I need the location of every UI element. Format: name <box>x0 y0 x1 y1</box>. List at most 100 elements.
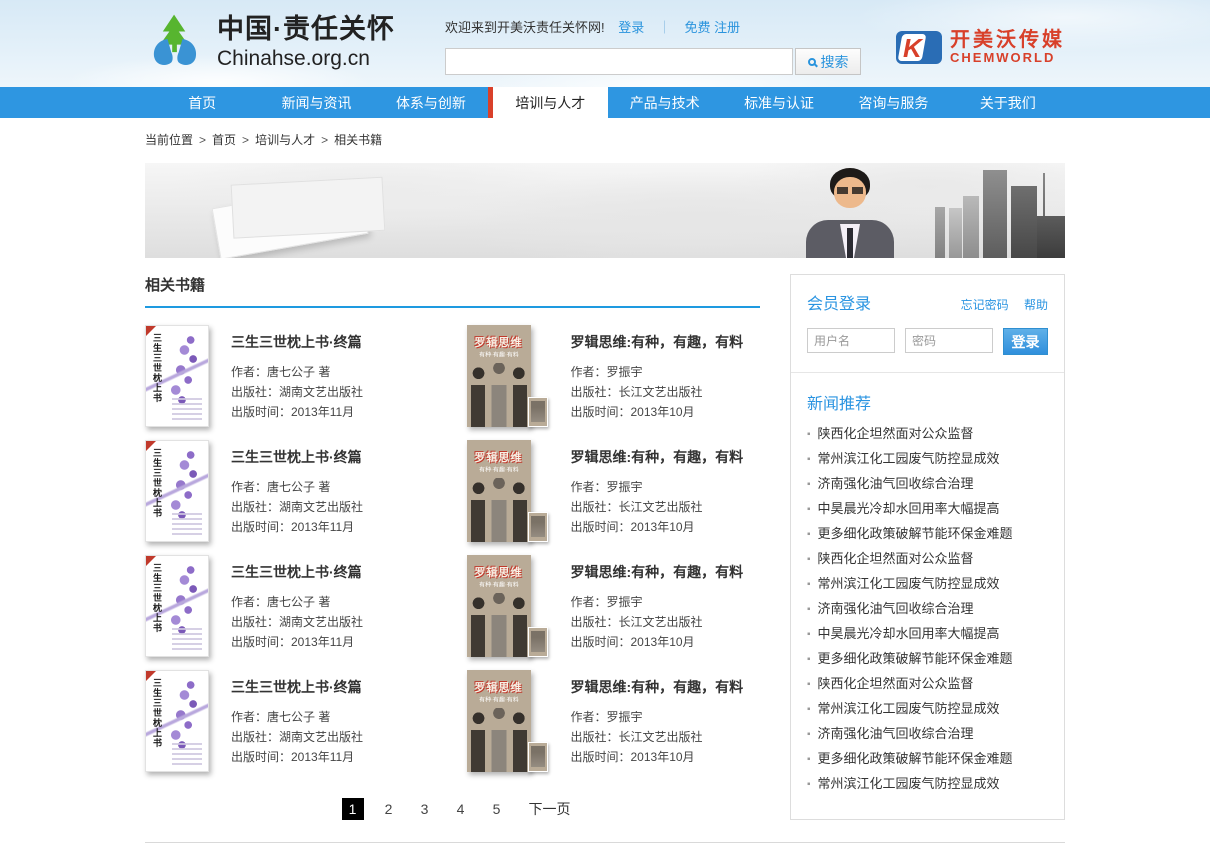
news-list-item[interactable]: 更多细化政策破解节能环保金难题 <box>807 647 1048 672</box>
news-list-item[interactable]: 中昊晨光冷却水回用率大幅提高 <box>807 622 1048 647</box>
news-list-item[interactable]: 陕西化企坦然面对公众监督 <box>807 672 1048 697</box>
book-cover-subtitle-text: 有种·有趣·有料 <box>471 466 525 475</box>
news-item-label: 更多细化政策破解节能环保金难题 <box>818 526 1013 541</box>
news-list-item[interactable]: 常州滨江化工园废气防控显成效 <box>807 772 1048 797</box>
news-item-label: 济南强化油气回收综合治理 <box>818 601 974 616</box>
news-list-item[interactable]: 济南强化油气回收综合治理 <box>807 722 1048 747</box>
book-cover[interactable]: 三生三世枕上书 <box>145 670 209 772</box>
nav-item[interactable]: 关于我们 <box>951 87 1065 118</box>
book-title[interactable]: 罗辑思维:有种，有趣，有料 <box>571 677 744 697</box>
news-item-label: 常州滨江化工园废气防控显成效 <box>818 776 1000 791</box>
book-cover-title-text: 三生三世枕上书 <box>151 333 164 403</box>
news-list-item[interactable]: 更多细化政策破解节能环保金难题 <box>807 747 1048 772</box>
username-field[interactable] <box>807 328 895 353</box>
book-list-item[interactable]: 三生三世枕上书 三生三世枕上书·终篇 作者：唐七公子 著 出版社：湖南文艺出版社… <box>145 325 439 427</box>
news-list-item[interactable]: 更多细化政策破解节能环保金难题 <box>807 522 1048 547</box>
chemworld-logo-icon <box>896 31 942 64</box>
book-list-item[interactable]: 罗辑思维 有种·有趣·有料 罗辑思维:有种，有趣，有料 作者：罗振宇 出版社：长… <box>467 670 761 772</box>
book-title[interactable]: 罗辑思维:有种，有趣，有料 <box>571 562 744 582</box>
book-author: 作者：罗振宇 <box>571 592 744 612</box>
site-logo-icon <box>145 9 205 74</box>
search-button-label: 搜索 <box>821 52 849 72</box>
nav-item[interactable]: 首页 <box>145 87 259 118</box>
pagination-page-button[interactable]: 2 <box>378 798 400 820</box>
book-list-item[interactable]: 罗辑思维 有种·有趣·有料 罗辑思维:有种，有趣，有料 作者：罗振宇 出版社：长… <box>467 325 761 427</box>
site-title: 中国·责任关怀 <box>217 12 395 46</box>
book-list-item[interactable]: 罗辑思维 有种·有趣·有料 罗辑思维:有种，有趣，有料 作者：罗振宇 出版社：长… <box>467 555 761 657</box>
book-cover-booklet <box>528 742 548 772</box>
pagination-page-button[interactable]: 3 <box>414 798 436 820</box>
book-cover-subtitle-text: 有种·有趣·有料 <box>471 351 525 360</box>
search-button[interactable]: 搜索 <box>795 48 861 75</box>
partner-logo[interactable]: 开美沃传媒 CHEMWORLD <box>896 9 1065 65</box>
pagination: 12345 下一页 <box>145 798 760 820</box>
nav-item[interactable]: 标准与认证 <box>722 87 836 118</box>
nav-item[interactable]: 新闻与资讯 <box>259 87 373 118</box>
book-publisher: 出版社：长江文艺出版社 <box>571 382 744 402</box>
book-list-item[interactable]: 罗辑思维 有种·有趣·有料 罗辑思维:有种，有趣，有料 作者：罗振宇 出版社：长… <box>467 440 761 542</box>
book-author: 作者：唐七公子 著 <box>231 477 363 497</box>
pagination-next-button[interactable]: 下一页 <box>529 799 571 819</box>
book-cover-subtitle-text: 有种·有趣·有料 <box>471 696 525 705</box>
news-list-item[interactable]: 陕西化企坦然面对公众监督 <box>807 422 1048 447</box>
nav-item[interactable]: 培训与人才 <box>488 87 607 118</box>
site-logo[interactable]: 中国·责任关怀 Chinahse.org.cn <box>145 9 445 74</box>
book-cover[interactable]: 罗辑思维 有种·有趣·有料 <box>467 555 531 657</box>
book-title[interactable]: 三生三世枕上书·终篇 <box>231 332 363 352</box>
password-field[interactable] <box>905 328 993 353</box>
breadcrumb-item-training[interactable]: 培训与人才 <box>255 133 315 147</box>
book-cover[interactable]: 罗辑思维 有种·有趣·有料 <box>467 440 531 542</box>
book-cover[interactable]: 三生三世枕上书 <box>145 325 209 427</box>
nav-item[interactable]: 产品与技术 <box>608 87 722 118</box>
book-cover[interactable]: 三生三世枕上书 <box>145 555 209 657</box>
news-list-item[interactable]: 常州滨江化工园废气防控显成效 <box>807 447 1048 472</box>
breadcrumb-label: 当前位置 <box>145 133 193 147</box>
nav-item[interactable]: 体系与创新 <box>374 87 488 118</box>
book-author: 作者：唐七公子 著 <box>231 592 363 612</box>
news-list-item[interactable]: 陕西化企坦然面对公众监督 <box>807 547 1048 572</box>
book-publish-date: 出版时间：2013年10月 <box>571 747 744 767</box>
login-link[interactable]: 登录 <box>618 20 644 35</box>
breadcrumb-item-books[interactable]: 相关书籍 <box>334 133 382 147</box>
news-list-item[interactable]: 中昊晨光冷却水回用率大幅提高 <box>807 497 1048 522</box>
book-list-item[interactable]: 三生三世枕上书 三生三世枕上书·终篇 作者：唐七公子 著 出版社：湖南文艺出版社… <box>145 440 439 542</box>
book-cover-art <box>467 363 531 427</box>
book-list-item[interactable]: 三生三世枕上书 三生三世枕上书·终篇 作者：唐七公子 著 出版社：湖南文艺出版社… <box>145 555 439 657</box>
news-item-label: 常州滨江化工园废气防控显成效 <box>818 701 1000 716</box>
help-link[interactable]: 帮助 <box>1024 298 1048 312</box>
book-section: 相关书籍 三生三世枕上书 三生三世枕上书·终篇 作者：唐七公子 著 出版社：湖南… <box>145 274 760 820</box>
news-list-item[interactable]: 常州滨江化工园废气防控显成效 <box>807 572 1048 597</box>
nav-item-label: 关于我们 <box>980 93 1036 113</box>
breadcrumb-item-home[interactable]: 首页 <box>212 133 236 147</box>
news-item-label: 陕西化企坦然面对公众监督 <box>818 676 974 691</box>
news-list-item[interactable]: 济南强化油气回收综合治理 <box>807 472 1048 497</box>
news-list-item[interactable]: 常州滨江化工园废气防控显成效 <box>807 697 1048 722</box>
book-title[interactable]: 三生三世枕上书·终篇 <box>231 447 363 467</box>
pagination-page-button[interactable]: 1 <box>342 798 364 820</box>
book-publish-date: 出版时间：2013年11月 <box>231 517 363 537</box>
book-list-item[interactable]: 三生三世枕上书 三生三世枕上书·终篇 作者：唐七公子 著 出版社：湖南文艺出版社… <box>145 670 439 772</box>
news-list-item[interactable]: 济南强化油气回收综合治理 <box>807 597 1048 622</box>
book-title[interactable]: 三生三世枕上书·终篇 <box>231 562 363 582</box>
book-cover-title-text: 罗辑思维 <box>467 679 531 695</box>
book-title[interactable]: 三生三世枕上书·终篇 <box>231 677 363 697</box>
forgot-password-link[interactable]: 忘记密码 <box>961 298 1009 312</box>
book-title[interactable]: 罗辑思维:有种，有趣，有料 <box>571 447 744 467</box>
pagination-page-button[interactable]: 5 <box>486 798 508 820</box>
nav-item[interactable]: 咨询与服务 <box>836 87 950 118</box>
register-link[interactable]: 免费 注册 <box>685 20 741 35</box>
news-item-label: 陕西化企坦然面对公众监督 <box>818 426 974 441</box>
login-button[interactable]: 登录 <box>1003 328 1048 355</box>
search-input[interactable] <box>445 48 793 75</box>
nav-item-label: 标准与认证 <box>744 93 814 113</box>
book-cover-title-text: 三生三世枕上书 <box>151 563 164 633</box>
main-nav: 首页 新闻与资讯 体系与创新 培训与人才 产品与技术 标准与认证 咨询与服务 关… <box>0 87 1210 118</box>
book-cover-subtitle-text: 有种·有趣·有料 <box>471 581 525 590</box>
book-cover[interactable]: 罗辑思维 有种·有趣·有料 <box>467 325 531 427</box>
book-cover[interactable]: 罗辑思维 有种·有趣·有料 <box>467 670 531 772</box>
book-title[interactable]: 罗辑思维:有种，有趣，有料 <box>571 332 744 352</box>
book-publish-date: 出版时间：2013年11月 <box>231 402 363 422</box>
book-cover-art <box>467 708 531 772</box>
book-cover[interactable]: 三生三世枕上书 <box>145 440 209 542</box>
pagination-page-button[interactable]: 4 <box>450 798 472 820</box>
